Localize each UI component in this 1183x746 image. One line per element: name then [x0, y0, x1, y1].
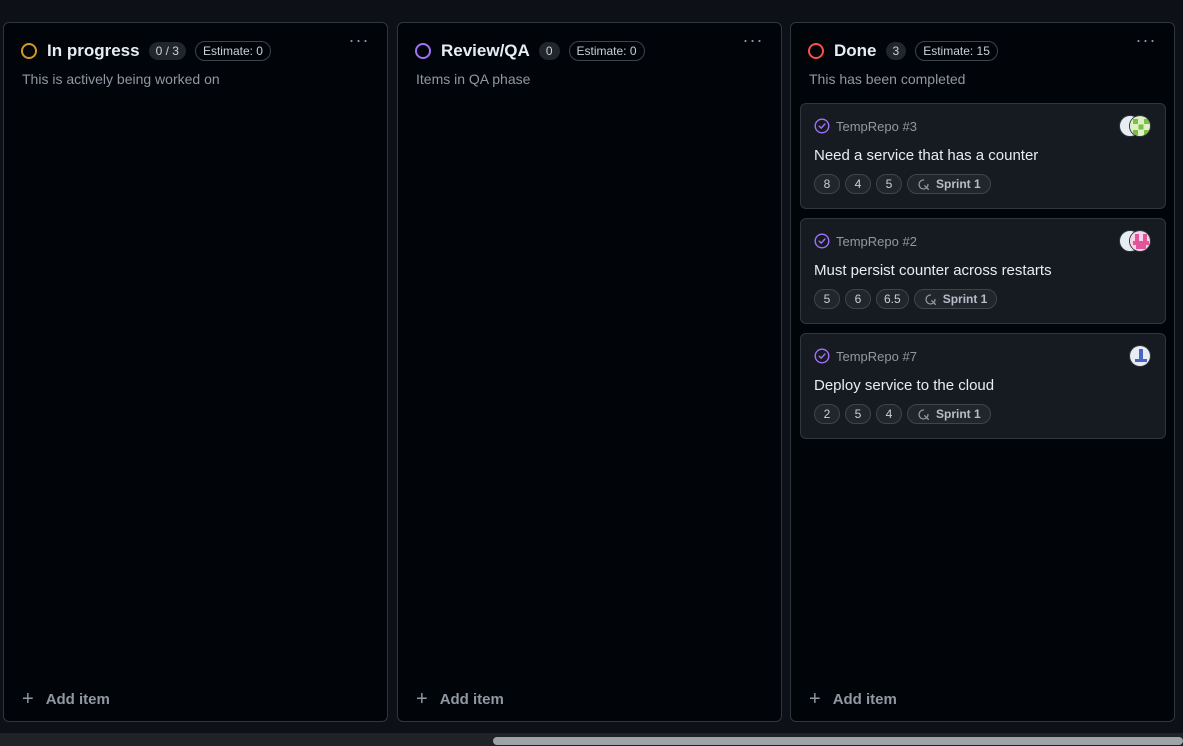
assignee-avatars[interactable] — [1119, 115, 1153, 139]
field-value-pill[interactable]: 5 — [814, 289, 840, 309]
add-item-label: Add item — [439, 690, 504, 708]
card-repo-link[interactable]: TempRepo #2 — [814, 233, 917, 249]
assignee-avatars[interactable] — [1119, 345, 1153, 369]
issue-closed-icon — [814, 348, 830, 364]
card-repo-label: TempRepo #3 — [836, 118, 917, 134]
add-item-label: Add item — [832, 690, 897, 708]
more-horizontal-icon: ··· — [348, 30, 370, 50]
iteration-icon — [925, 293, 936, 305]
sprint-pill[interactable]: Sprint 1 — [913, 289, 998, 309]
card-repo-label: TempRepo #7 — [836, 348, 917, 364]
issue-card[interactable]: TempRepo #2 Must persist counter across … — [800, 218, 1166, 324]
column-description: Items in QA phase — [416, 71, 531, 87]
field-value-pill[interactable]: 6.5 — [876, 289, 909, 309]
field-value-pill[interactable]: 5 — [876, 174, 902, 194]
field-value-pill[interactable]: 4 — [876, 404, 902, 424]
card-fields: 2 5 4 Sprint 1 — [814, 404, 991, 424]
more-horizontal-icon: ··· — [742, 30, 764, 50]
column-done: Done 3 Estimate: 15 ··· This has been co… — [790, 22, 1175, 722]
project-board: In progress 0 / 3 Estimate: 0 ··· This i… — [0, 0, 1183, 733]
card-repo-label: TempRepo #2 — [836, 233, 917, 249]
sprint-pill[interactable]: Sprint 1 — [907, 174, 991, 194]
estimate-badge: Estimate: 0 — [194, 41, 271, 61]
card-repo-link[interactable]: TempRepo #3 — [814, 118, 917, 134]
estimate-badge: Estimate: 15 — [915, 41, 998, 61]
column-header: Done 3 Estimate: 15 — [808, 38, 1160, 64]
estimate-badge: Estimate: 0 — [568, 41, 645, 61]
column-review-qa: Review/QA 0 Estimate: 0 ··· Items in QA … — [397, 22, 782, 722]
add-item-button[interactable]: + Add item — [809, 689, 897, 709]
issue-card[interactable]: TempRepo #7 Deploy service to the cloud … — [800, 333, 1166, 439]
iteration-icon — [918, 408, 930, 420]
column-title: In progress — [47, 41, 140, 60]
add-item-button[interactable]: + Add item — [22, 689, 110, 709]
card-fields: 5 6 6.5 Sprint 1 — [814, 289, 998, 309]
sprint-label: Sprint 1 — [942, 292, 988, 306]
issue-card[interactable]: TempRepo #3 Need a service that has a co… — [800, 103, 1166, 209]
field-value-pill[interactable]: 5 — [845, 404, 871, 424]
column-title: Review/QA — [441, 41, 530, 60]
item-count-badge: 0 — [538, 42, 560, 60]
column-header: In progress 0 / 3 Estimate: 0 — [21, 38, 373, 64]
plus-icon: + — [22, 688, 34, 710]
field-value-pill[interactable]: 8 — [814, 174, 840, 194]
avatar — [1129, 345, 1151, 367]
column-menu-button[interactable]: ··· — [741, 31, 765, 55]
card-title[interactable]: Must persist counter across restarts — [814, 262, 1052, 279]
card-title[interactable]: Deploy service to the cloud — [814, 377, 994, 394]
card-title[interactable]: Need a service that has a counter — [814, 147, 1038, 164]
column-description: This is actively being worked on — [22, 71, 220, 87]
column-header: Review/QA 0 Estimate: 0 — [415, 38, 767, 64]
issue-closed-icon — [814, 118, 830, 134]
avatar — [1129, 230, 1151, 252]
column-menu-button[interactable]: ··· — [1134, 31, 1158, 55]
issue-closed-icon — [814, 233, 830, 249]
plus-icon: + — [416, 688, 428, 710]
column-title: Done — [834, 41, 877, 60]
status-circle-icon — [415, 43, 431, 59]
field-value-pill[interactable]: 6 — [845, 289, 871, 309]
assignee-avatars[interactable] — [1119, 230, 1153, 254]
field-value-pill[interactable]: 2 — [814, 404, 840, 424]
status-circle-icon — [21, 43, 37, 59]
sprint-pill[interactable]: Sprint 1 — [907, 404, 991, 424]
card-fields: 8 4 5 Sprint 1 — [814, 174, 991, 194]
card-repo-link[interactable]: TempRepo #7 — [814, 348, 917, 364]
iteration-icon — [918, 178, 930, 190]
add-item-button[interactable]: + Add item — [416, 689, 504, 709]
column-in-progress: In progress 0 / 3 Estimate: 0 ··· This i… — [3, 22, 388, 722]
field-value-pill[interactable]: 4 — [845, 174, 871, 194]
plus-icon: + — [809, 688, 821, 710]
item-count-badge: 0 / 3 — [148, 42, 186, 60]
item-count-badge: 3 — [885, 42, 907, 60]
column-description: This has been completed — [809, 71, 966, 87]
more-horizontal-icon: ··· — [1135, 30, 1157, 50]
sprint-label: Sprint 1 — [936, 407, 981, 421]
scrollbar-thumb[interactable] — [493, 737, 1183, 745]
status-circle-icon — [808, 43, 824, 59]
sprint-label: Sprint 1 — [936, 177, 981, 191]
add-item-label: Add item — [45, 690, 110, 708]
avatar — [1129, 115, 1151, 137]
column-menu-button[interactable]: ··· — [347, 31, 371, 55]
